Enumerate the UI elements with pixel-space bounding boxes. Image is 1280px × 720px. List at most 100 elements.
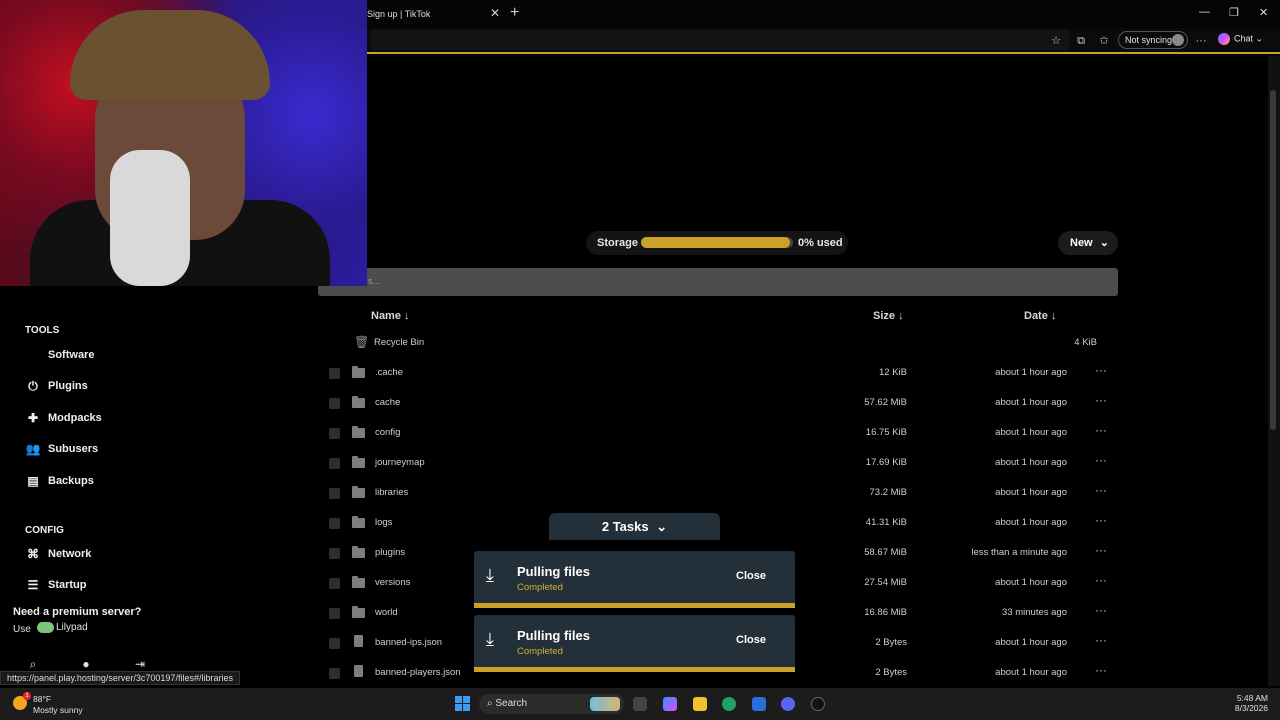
row-menu-icon[interactable]: ··· (1095, 543, 1107, 557)
window-close-icon[interactable]: ✕ (1259, 6, 1268, 19)
task-view-icon[interactable] (633, 697, 647, 711)
search-icon[interactable]: ⌕ (26, 657, 40, 672)
file-size: 27.54 MiB (864, 577, 907, 588)
avatar (1172, 34, 1184, 46)
row-checkbox[interactable] (329, 368, 340, 379)
row-menu-icon[interactable]: ··· (1095, 573, 1107, 587)
column-header-name[interactable]: Name ↓ (371, 310, 410, 322)
copilot-chat-button[interactable]: Chat ⌄ (1218, 33, 1263, 45)
chevron-down-icon: ⌄ (656, 519, 668, 534)
file-size: 17.69 KiB (865, 457, 907, 468)
row-checkbox[interactable] (329, 398, 340, 409)
tasks-toggle[interactable]: 2 Tasks ⌄ (549, 513, 720, 540)
file-row[interactable]: libraries 73.2 MiB about 1 hour ago ··· (318, 478, 1118, 508)
tab-close-icon[interactable]: ✕ (490, 6, 500, 20)
file-row[interactable]: .cache 12 KiB about 1 hour ago ··· (318, 358, 1118, 388)
column-header-size[interactable]: Size ↓ (873, 310, 904, 322)
file-search-input[interactable]: s... (318, 268, 1118, 296)
row-checkbox[interactable] (329, 548, 340, 559)
logout-icon[interactable]: ⇥ (133, 657, 147, 671)
new-button[interactable]: New ⌄ (1058, 231, 1118, 255)
sidebar-item-startup[interactable]: ☰ Startup (24, 576, 224, 598)
column-header-date[interactable]: Date ↓ (1024, 310, 1056, 322)
system-clock[interactable]: 5:48 AM 8/3/2026 (1222, 693, 1268, 713)
edge-browser-icon[interactable] (722, 697, 736, 711)
task-close-button[interactable]: Close (736, 570, 766, 582)
file-size: 41.31 KiB (865, 517, 907, 528)
row-checkbox[interactable] (329, 458, 340, 469)
row-checkbox[interactable] (329, 488, 340, 499)
storage-used: 0% used (798, 237, 843, 249)
row-checkbox[interactable] (329, 638, 340, 649)
file-date: about 1 hour ago (995, 487, 1067, 498)
favorites-icon[interactable]: ✩ (1096, 33, 1112, 49)
scrollbar-thumb[interactable] (1270, 90, 1276, 430)
discord-icon[interactable] (781, 697, 795, 711)
lilypad-link[interactable]: Lilypad (37, 622, 88, 633)
row-menu-icon[interactable]: ··· (1095, 483, 1107, 497)
copilot-app-icon[interactable] (663, 697, 677, 711)
file-icon (354, 665, 363, 677)
file-row[interactable]: cache 57.62 MiB about 1 hour ago ··· (318, 388, 1118, 418)
row-checkbox[interactable] (329, 428, 340, 439)
row-menu-icon[interactable]: ··· (1095, 513, 1107, 527)
taskbar-search[interactable]: ⌕ Search (479, 694, 624, 714)
media-app-icon[interactable] (811, 697, 825, 711)
chevron-down-icon: ⌄ (1255, 33, 1264, 44)
recycle-bin-row[interactable]: 🗑 Recycle Bin 4 KiB (318, 328, 1118, 358)
favorite-star-icon[interactable]: ☆ (1048, 33, 1064, 49)
more-menu-icon[interactable]: ··· (1193, 33, 1209, 49)
plug-icon: ⏻ (28, 379, 38, 394)
weather-temp: 88°F (33, 694, 52, 704)
new-tab-icon[interactable]: + (510, 4, 526, 22)
row-menu-icon[interactable]: ··· (1095, 663, 1107, 677)
clock-time: 5:48 AM (1236, 693, 1268, 703)
row-menu-icon[interactable]: ··· (1095, 393, 1107, 407)
account-icon[interactable]: ● (79, 657, 93, 671)
task-close-button[interactable]: Close (736, 634, 766, 646)
file-row[interactable]: config 16.75 KiB about 1 hour ago ··· (318, 418, 1118, 448)
start-button[interactable] (455, 696, 471, 712)
file-date: 33 minutes ago (1002, 607, 1067, 618)
sidebar-item-label: Network (48, 548, 92, 560)
row-menu-icon[interactable]: ··· (1095, 453, 1107, 467)
sidebar-item-label: Subusers (48, 443, 99, 456)
database-icon: ▤ (27, 473, 39, 488)
row-menu-icon[interactable]: ··· (1095, 423, 1107, 437)
row-menu-icon[interactable]: ··· (1095, 603, 1107, 617)
sidebar-item-software[interactable]: Software (24, 346, 224, 368)
file-row[interactable]: journeymap 17.69 KiB about 1 hour ago ··· (318, 448, 1118, 478)
file-size: 2 Bytes (875, 637, 907, 648)
file-name: cache (375, 397, 401, 408)
minimize-icon[interactable]: — (1199, 6, 1210, 18)
users-icon: 👥 (25, 442, 41, 457)
browser-tab[interactable]: Sign up | TikTok ✕ (360, 2, 506, 26)
row-checkbox[interactable] (329, 608, 340, 619)
copilot-icon (1218, 33, 1230, 45)
sidebar-item-plugins[interactable]: ⏻ Plugins (24, 377, 224, 399)
row-menu-icon[interactable]: ··· (1095, 633, 1107, 647)
address-bar[interactable] (370, 30, 1070, 50)
file-explorer-icon[interactable] (693, 697, 707, 711)
store-icon[interactable] (752, 697, 766, 711)
sidebar-item-network[interactable]: ⌘ Network (24, 545, 224, 567)
storage-indicator: Storage 0% used (586, 231, 848, 255)
tab-title: Sign up | TikTok (367, 9, 431, 19)
lilypad-logo-icon (37, 622, 54, 633)
restore-icon[interactable]: ❐ (1229, 6, 1239, 19)
row-menu-icon[interactable]: ··· (1095, 363, 1107, 377)
row-checkbox[interactable] (329, 518, 340, 529)
profile-sync-button[interactable]: Not syncing (1118, 31, 1188, 49)
file-name: libraries (375, 487, 409, 498)
file-date: about 1 hour ago (995, 517, 1067, 528)
sidebar-item-backups[interactable]: ▤ Backups (24, 472, 224, 494)
download-icon: ⤓ (486, 629, 494, 649)
task-card: ⤓ Pulling files Completed Close (474, 551, 795, 608)
extensions-icon[interactable]: ⧉ (1073, 33, 1089, 49)
sidebar-item-subusers[interactable]: 👥 Subusers (24, 440, 224, 462)
file-date: about 1 hour ago (995, 577, 1067, 588)
row-checkbox[interactable] (329, 578, 340, 589)
row-checkbox[interactable] (329, 668, 340, 679)
sidebar-item-modpacks[interactable]: ✚ Modpacks (24, 409, 224, 431)
file-date: about 1 hour ago (995, 457, 1067, 468)
